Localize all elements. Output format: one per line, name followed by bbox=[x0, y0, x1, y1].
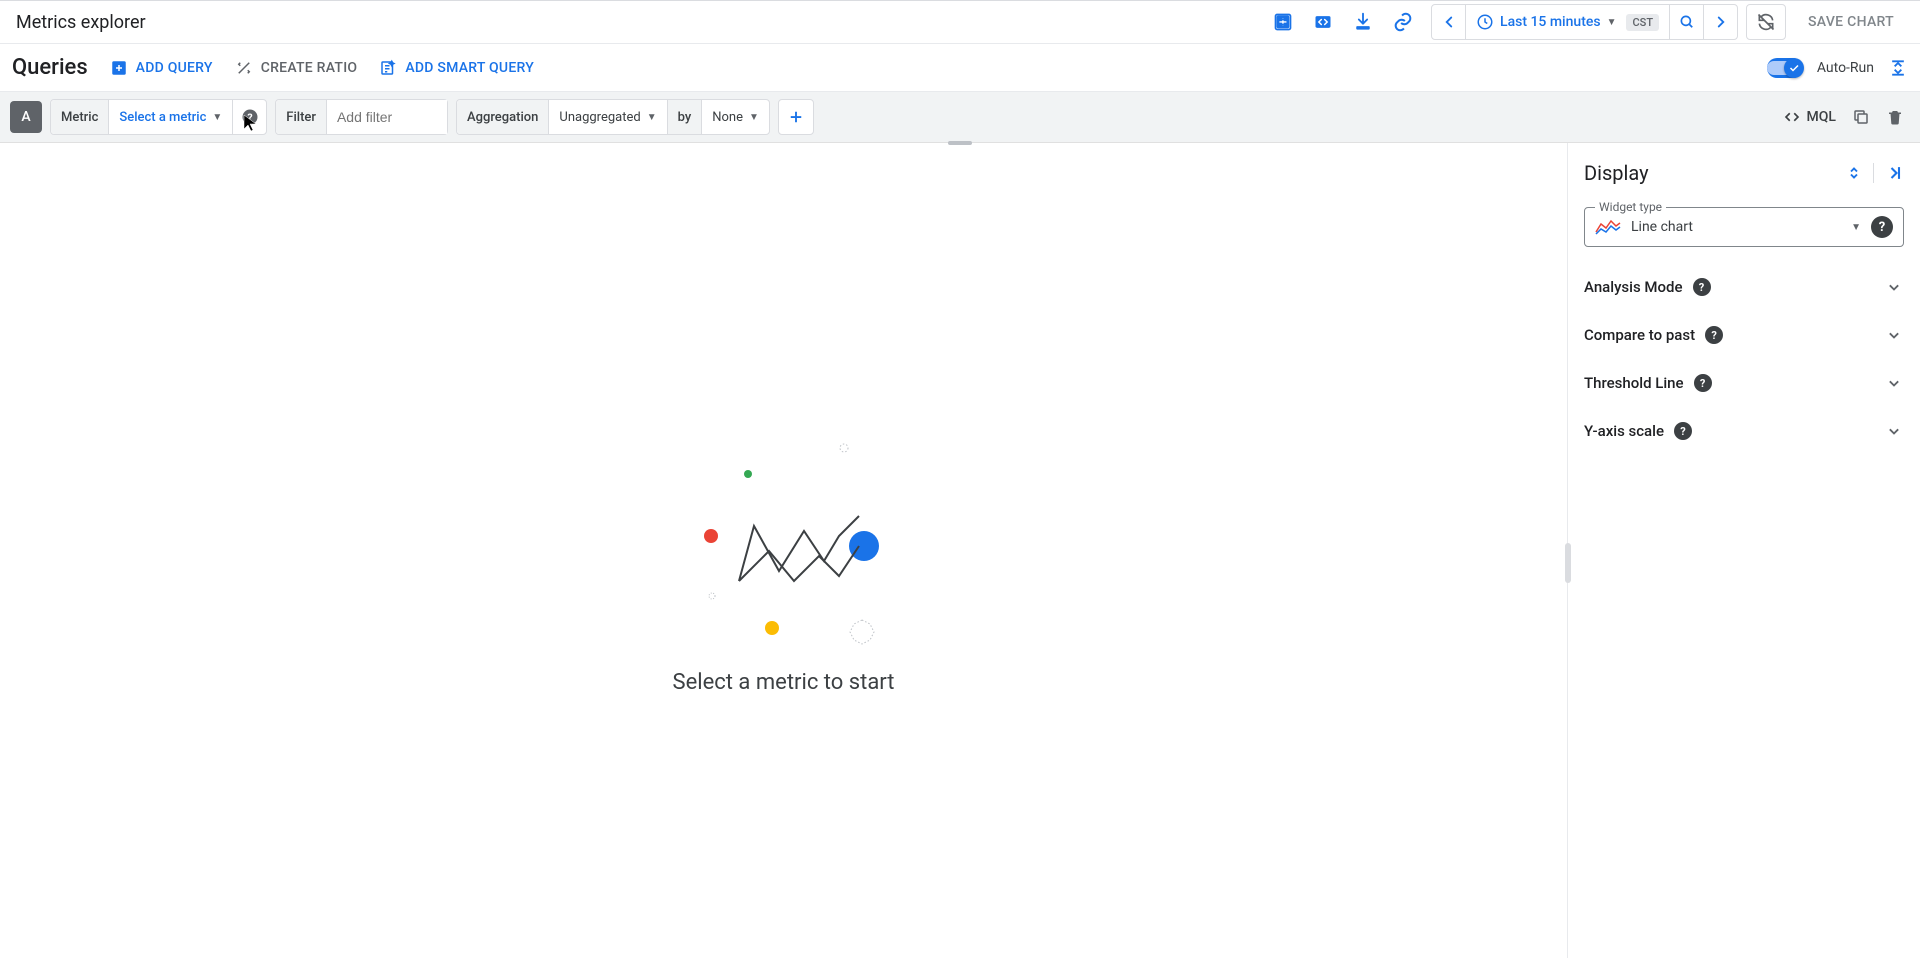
filter-chip: Filter bbox=[275, 99, 448, 135]
ratio-icon bbox=[235, 59, 253, 77]
create-ratio-label: CREATE RATIO bbox=[261, 60, 358, 76]
add-smart-query-label: ADD SMART QUERY bbox=[405, 60, 534, 76]
add-segment-button[interactable] bbox=[778, 99, 814, 135]
chevron-down-icon: ▼ bbox=[1607, 17, 1617, 28]
widget-help-icon[interactable]: ? bbox=[1871, 216, 1893, 238]
chevron-down-icon bbox=[1884, 373, 1904, 393]
code-icon bbox=[1783, 108, 1801, 126]
metric-chip-label: Metric bbox=[51, 100, 109, 134]
filter-chip-label: Filter bbox=[276, 100, 327, 134]
autorun-label: Auto-Run bbox=[1817, 60, 1874, 76]
add-query-label: ADD QUERY bbox=[136, 60, 213, 76]
svg-text:?: ? bbox=[247, 111, 252, 124]
smart-query-icon bbox=[379, 59, 397, 77]
chevron-down-icon bbox=[1884, 277, 1904, 297]
help-icon[interactable]: ? bbox=[1705, 326, 1723, 344]
aggregation-chip-label: Aggregation bbox=[457, 100, 549, 134]
accordion-compare-to-past[interactable]: Compare to past ? bbox=[1568, 311, 1920, 359]
chart-panel: Select a metric to start bbox=[0, 143, 1568, 958]
add-smart-query-button[interactable]: ADD SMART QUERY bbox=[379, 59, 534, 77]
code-icon[interactable] bbox=[1303, 2, 1343, 42]
query-row-a: A Metric Select a metric ▼ ? Filter Aggr… bbox=[0, 92, 1920, 143]
aggregation-value: Unaggregated bbox=[559, 110, 640, 125]
chevron-down-icon: ▼ bbox=[749, 112, 759, 123]
widget-type-select[interactable]: Widget type Line chart ▼ ? bbox=[1584, 207, 1904, 247]
metric-chip: Metric Select a metric ▼ ? bbox=[50, 99, 267, 135]
help-icon[interactable]: ? bbox=[1693, 278, 1711, 296]
time-range-label: Last 15 minutes bbox=[1500, 14, 1601, 30]
accordion-label: Compare to past bbox=[1584, 326, 1695, 344]
plus-icon bbox=[787, 108, 805, 126]
mql-label: MQL bbox=[1807, 109, 1836, 125]
groupby-select[interactable]: None ▼ bbox=[702, 110, 769, 125]
time-next-icon[interactable] bbox=[1703, 5, 1737, 39]
mql-button[interactable]: MQL bbox=[1783, 108, 1836, 126]
empty-state-illustration bbox=[664, 406, 904, 646]
chevron-down-icon: ▼ bbox=[212, 112, 222, 123]
download-icon[interactable] bbox=[1343, 2, 1383, 42]
metric-help-icon[interactable]: ? bbox=[232, 100, 266, 134]
page-title: Metrics explorer bbox=[12, 12, 146, 33]
save-chart-button[interactable]: SAVE CHART bbox=[1794, 14, 1908, 30]
filter-input[interactable] bbox=[327, 100, 447, 134]
line-chart-icon bbox=[1595, 218, 1621, 236]
chevron-down-icon: ▼ bbox=[647, 112, 657, 123]
query-badge[interactable]: A bbox=[10, 101, 42, 133]
widget-type-value: Line chart bbox=[1631, 219, 1841, 235]
panel-resize-handle[interactable] bbox=[1565, 543, 1571, 583]
add-query-button[interactable]: ADD QUERY bbox=[110, 59, 213, 77]
top-actions: Last 15 minutes ▼ CST SAVE CHART bbox=[1263, 2, 1908, 42]
accordion-threshold-line[interactable]: Threshold Line ? bbox=[1568, 359, 1920, 407]
chevron-down-icon bbox=[1884, 325, 1904, 345]
help-icon[interactable]: ? bbox=[1674, 422, 1692, 440]
select-metric-label: Select a metric bbox=[119, 110, 206, 125]
clock-icon bbox=[1476, 13, 1494, 31]
time-range-group: Last 15 minutes ▼ CST bbox=[1431, 4, 1738, 40]
empty-state-text: Select a metric to start bbox=[673, 670, 895, 695]
collapse-panel-icon[interactable] bbox=[1884, 163, 1904, 183]
content-area: Select a metric to start Display Widget … bbox=[0, 143, 1920, 958]
top-header: Metrics explorer Last 15 minutes ▼ CST bbox=[0, 0, 1920, 44]
groupby-value: None bbox=[712, 110, 743, 125]
accordion-y-axis-scale[interactable]: Y-axis scale ? bbox=[1568, 407, 1920, 455]
time-zoom-icon[interactable] bbox=[1669, 5, 1703, 39]
auto-refresh-off-icon[interactable] bbox=[1746, 4, 1786, 40]
select-metric-button[interactable]: Select a metric ▼ bbox=[109, 110, 232, 125]
save-view-icon[interactable] bbox=[1263, 2, 1303, 42]
queries-bar: Queries ADD QUERY CREATE RATIO ADD SMART… bbox=[0, 44, 1920, 92]
accordion-analysis-mode[interactable]: Analysis Mode ? bbox=[1568, 263, 1920, 311]
widget-type-label: Widget type bbox=[1595, 200, 1666, 214]
sort-icon[interactable] bbox=[1845, 163, 1863, 183]
accordion-label: Y-axis scale bbox=[1584, 422, 1664, 440]
help-icon[interactable]: ? bbox=[1694, 374, 1712, 392]
aggregation-chip: Aggregation Unaggregated ▼ by None ▼ bbox=[456, 99, 770, 135]
timezone-badge: CST bbox=[1626, 14, 1659, 31]
copy-query-icon[interactable] bbox=[1852, 108, 1870, 126]
chevron-down-icon: ▼ bbox=[1851, 222, 1861, 233]
link-icon[interactable] bbox=[1383, 2, 1423, 42]
display-title: Display bbox=[1584, 161, 1649, 185]
display-panel: Display Widget type Line chart ▼ ? bbox=[1568, 143, 1920, 958]
collapse-queries-icon[interactable] bbox=[1888, 58, 1908, 78]
time-range-button[interactable]: Last 15 minutes ▼ CST bbox=[1466, 5, 1669, 39]
check-icon bbox=[1784, 58, 1804, 78]
by-chip-label: by bbox=[667, 100, 703, 134]
aggregation-select[interactable]: Unaggregated ▼ bbox=[549, 110, 666, 125]
queries-title: Queries bbox=[12, 55, 88, 80]
create-ratio-button[interactable]: CREATE RATIO bbox=[235, 59, 358, 77]
autorun-toggle[interactable] bbox=[1767, 58, 1803, 78]
delete-query-icon[interactable] bbox=[1886, 108, 1904, 126]
accordion-label: Threshold Line bbox=[1584, 374, 1684, 392]
time-prev-icon[interactable] bbox=[1432, 5, 1466, 39]
chevron-down-icon bbox=[1884, 421, 1904, 441]
accordion-label: Analysis Mode bbox=[1584, 278, 1683, 296]
plus-box-icon bbox=[110, 59, 128, 77]
